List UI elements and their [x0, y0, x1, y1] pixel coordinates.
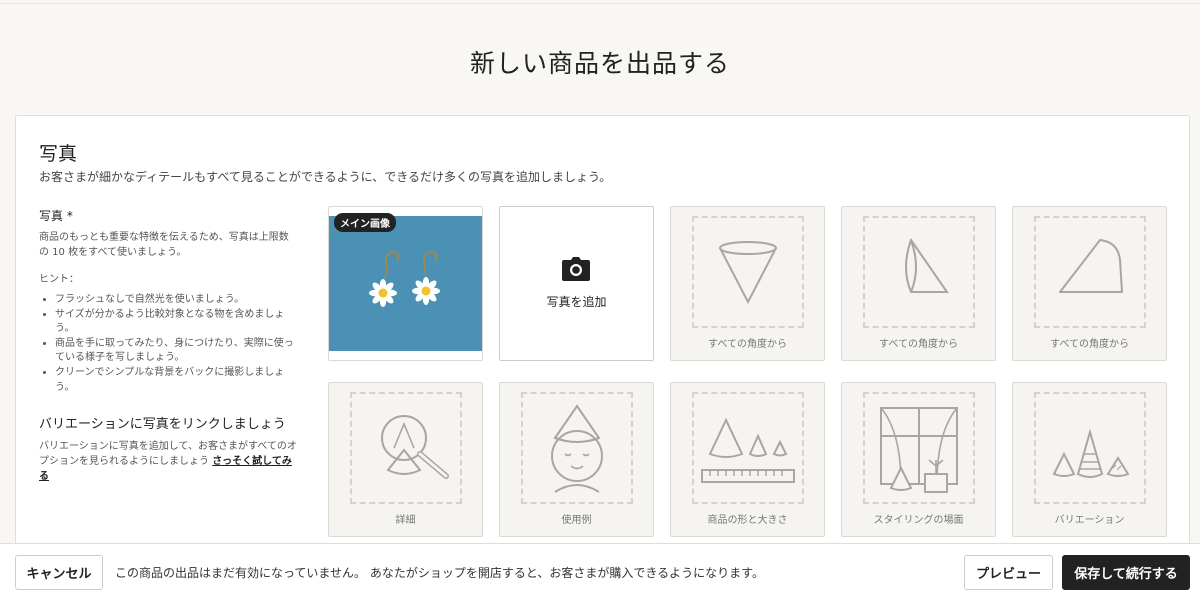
hint-item: クリーンでシンプルな背景をバックに撮影しましょう。	[55, 366, 297, 395]
photo-placeholder-tile[interactable]: 商品の形と大きさ	[670, 382, 825, 537]
cone-side-icon	[905, 237, 949, 293]
cone-ruler-icon	[701, 417, 795, 483]
photos-help-text: 商品のもっとも重要な特徴を伝えるため、写真は上限数の 10 枚をすべて使いましょ…	[39, 232, 289, 258]
window-plant-icon	[880, 407, 958, 493]
photo-placeholder-tile[interactable]: 使用例	[499, 382, 654, 537]
section-title: 写真	[39, 143, 78, 165]
photo-placeholder-tile[interactable]: すべての角度から	[1012, 206, 1167, 361]
photos-guidance: 写真 * 商品のもっとも重要な特徴を伝えるため、写真は上限数の 10 枚をすべて…	[39, 207, 297, 484]
variation-title: バリエーションに写真をリンクしましょう	[39, 417, 286, 433]
photo-placeholder-tile[interactable]: 詳細	[328, 382, 483, 537]
placeholder-caption: すべての角度から	[708, 339, 787, 350]
cone-hat-person-icon	[551, 404, 603, 493]
placeholder-caption: すべての角度から	[879, 339, 958, 350]
hint-item: サイズが分かるよう比較対象となる物を含めましょう。	[55, 308, 297, 337]
placeholder-caption: 詳細	[395, 515, 416, 526]
camera-icon	[562, 257, 590, 281]
hint-item: 商品を手に取ってみたり、身につけたり、実際に使っている様子を写しましょう。	[55, 337, 297, 366]
photo-placeholder-tile[interactable]: すべての角度から	[841, 206, 996, 361]
footer-bar: キャンセル この商品の出品はまだ有効になっていません。 あなたがショップを開店す…	[0, 543, 1200, 594]
photo-placeholder-tile[interactable]: すべての角度から	[670, 206, 825, 361]
main-image-badge: メイン画像	[334, 213, 396, 232]
photos-field-label: 写真 *	[39, 209, 73, 223]
preview-button[interactable]: プレビュー	[964, 555, 1053, 590]
earrings-photo	[329, 216, 482, 351]
cone-front-icon	[719, 241, 777, 305]
placeholder-caption: すべての角度から	[1050, 339, 1129, 350]
save-and-continue-button[interactable]: 保存して続行する	[1062, 555, 1190, 590]
cone-variations-icon	[1052, 428, 1130, 478]
photos-section: 写真 お客さまが細かなディテールもすべて見ることができるように、できるだけ多くの…	[15, 115, 1190, 555]
placeholder-caption: バリエーション	[1054, 515, 1125, 526]
placeholder-caption: 商品の形と大きさ	[707, 515, 788, 526]
page-title: 新しい商品を出品する	[469, 49, 730, 78]
photo-placeholder-tile[interactable]: バリエーション	[1012, 382, 1167, 537]
hint-title: ヒント：	[39, 274, 79, 285]
hint-item: フラッシュなしで自然光を使いましょう。	[55, 293, 297, 308]
listing-status-message: この商品の出品はまだ有効になっていません。 あなたがショップを開店すると、お客さ…	[115, 566, 764, 580]
placeholder-caption: 使用例	[561, 515, 592, 526]
magnifier-detail-icon	[381, 415, 449, 479]
placeholder-caption: スタイリングの場面	[873, 515, 964, 526]
hint-list: フラッシュなしで自然光を使いましょう。 サイズが分かるよう比較対象となる物を含め…	[39, 293, 297, 395]
top-divider	[0, 3, 1200, 4]
main-photo-tile[interactable]: メイン画像	[328, 206, 483, 361]
variation-text: バリエーションに写真を追加して、お客さまがすべてのオプションを見られるようにしま…	[39, 439, 297, 484]
cone-tilt-icon	[1059, 239, 1123, 293]
section-description: お客さまが細かなディテールもすべて見ることができるように、できるだけ多くの写真を…	[39, 170, 612, 184]
cancel-button[interactable]: キャンセル	[15, 555, 103, 590]
add-photo-label: 写真を追加	[546, 295, 607, 309]
add-photo-button[interactable]: 写真を追加	[499, 206, 654, 361]
photo-placeholder-tile[interactable]: スタイリングの場面	[841, 382, 996, 537]
